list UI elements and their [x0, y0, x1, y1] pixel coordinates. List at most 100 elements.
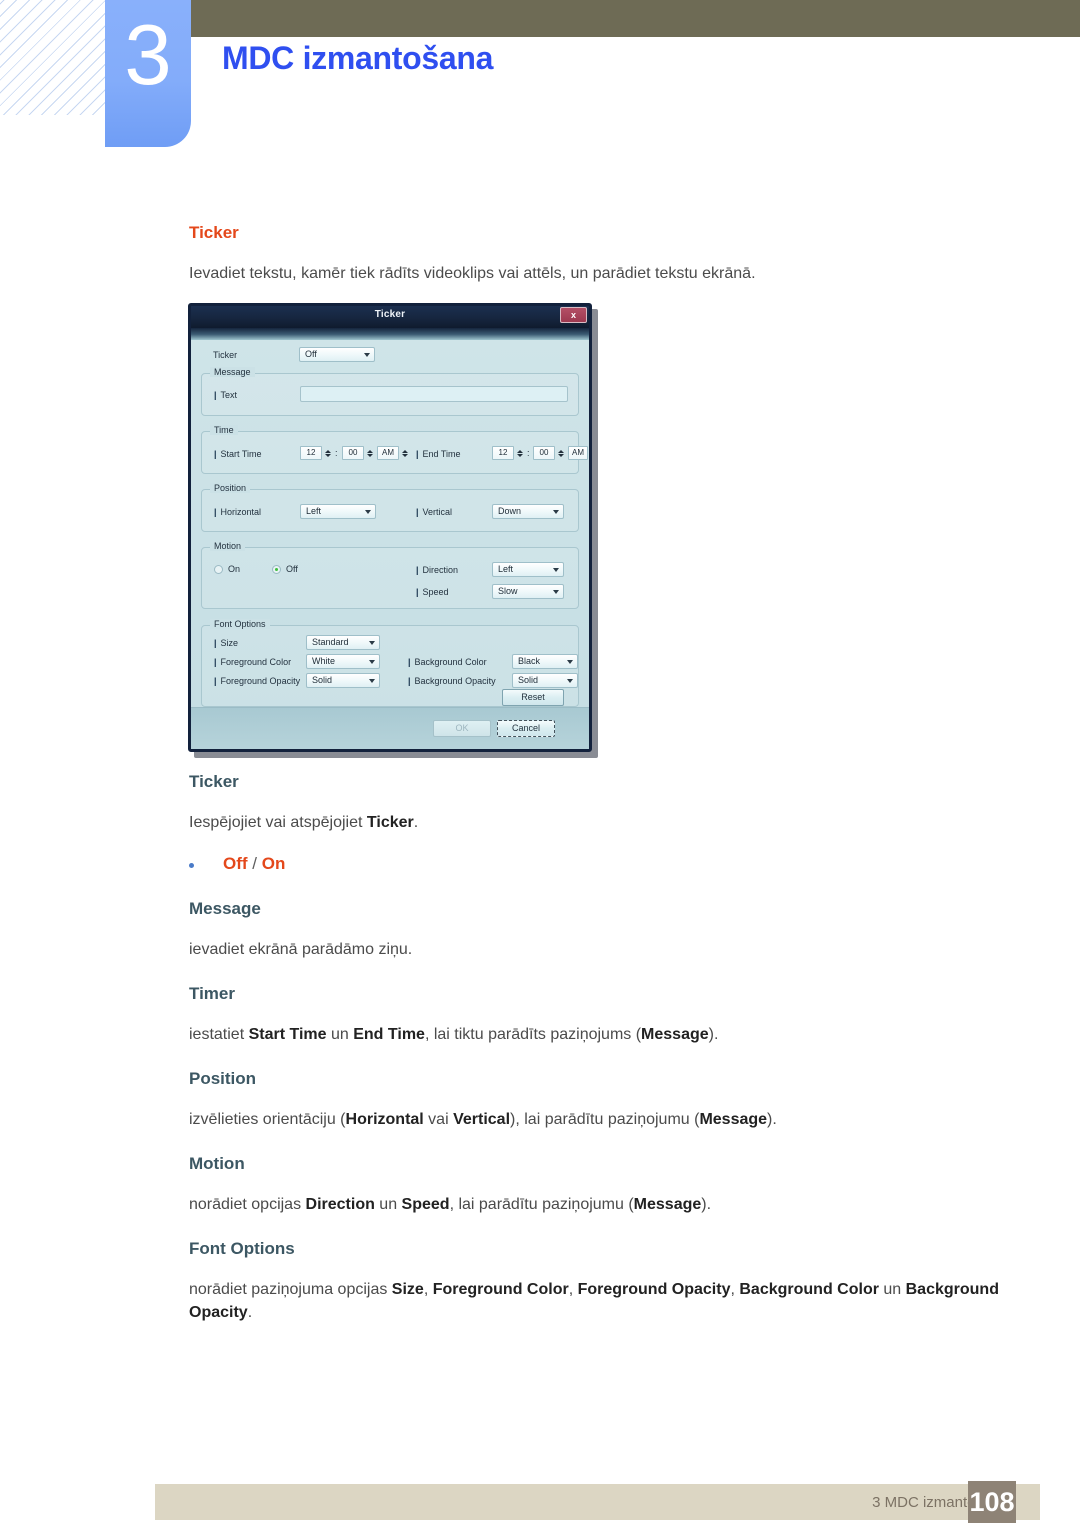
message-text-label: Text [214, 390, 238, 400]
start-hour-input[interactable]: 12 [300, 446, 322, 460]
text-emphasis: Speed [401, 1196, 450, 1213]
horizontal-select-value: Left [306, 506, 322, 516]
text-emphasis: Start Time [248, 1026, 327, 1043]
dialog-title-text: Ticker [374, 309, 406, 320]
size-label: Size [214, 638, 239, 648]
text-fragment: izvēlieties orientāciju ( [189, 1111, 346, 1128]
text-emphasis: Message [633, 1196, 702, 1213]
text-fragment: vai [423, 1111, 454, 1128]
start-minute-stepper[interactable] [365, 446, 374, 460]
end-hour-input[interactable]: 12 [492, 446, 514, 460]
heading-message: Message [189, 899, 261, 918]
bullet-value-on: On [261, 854, 286, 873]
chapter-title: MDC izmantošana [222, 40, 494, 76]
chevron-down-icon [369, 660, 375, 664]
text-fragment: un [374, 1196, 402, 1213]
size-select[interactable]: Standard [306, 635, 380, 650]
font-options-group: Font Options Size Standard Foreground Co… [201, 619, 579, 707]
text-fragment: norādiet paziņojuma opcijas [189, 1281, 392, 1298]
reset-button[interactable]: Reset [502, 689, 564, 706]
vertical-select-value: Down [498, 506, 522, 516]
text-fragment: , lai parādītu paziņojumu ( [449, 1196, 634, 1213]
paragraph-message: ievadiet ekrānā parādāmo ziņu. [189, 941, 413, 958]
background-color-select-value: Black [518, 656, 541, 666]
document-page: 3 MDC izmantošana Ticker Ievadiet tekstu… [0, 0, 1080, 1527]
motion-on-label: On [228, 564, 241, 574]
chevron-down-icon [567, 660, 573, 664]
dialog-title-bar: Ticker x [191, 306, 589, 328]
text-emphasis: Foreground Color [432, 1281, 569, 1298]
cancel-button[interactable]: Cancel [497, 720, 555, 737]
chapter-banner-bar [190, 0, 1080, 37]
end-minute-input[interactable]: 00 [533, 446, 555, 460]
heading-timer: Timer [189, 984, 235, 1003]
motion-on-radio[interactable] [214, 565, 223, 574]
background-opacity-select[interactable]: Solid [512, 673, 578, 688]
decorative-hatch-pattern [0, 0, 106, 115]
chevron-down-icon [553, 590, 559, 594]
start-minute-input[interactable]: 00 [342, 446, 364, 460]
horizontal-select[interactable]: Left [300, 504, 376, 519]
end-meridiem-input[interactable]: AM [568, 446, 588, 460]
text-fragment: ), lai parādītu paziņojumu ( [510, 1111, 700, 1128]
bullet-dot-icon [189, 863, 194, 868]
paragraph-position: izvēlieties orientāciju (Horizontal vai … [189, 1108, 777, 1131]
start-meridiem-input[interactable]: AM [377, 446, 399, 460]
ok-button[interactable]: OK [433, 720, 491, 737]
foreground-opacity-select[interactable]: Solid [306, 673, 380, 688]
start-hour-stepper[interactable] [323, 446, 332, 460]
end-time-label: End Time [416, 449, 461, 459]
text-fragment: , [423, 1281, 433, 1298]
font-options-group-caption: Font Options [210, 619, 270, 629]
text-fragment: , lai tiktu parādīts paziņojums ( [424, 1026, 642, 1043]
foreground-color-label: Foreground Color [214, 657, 292, 667]
chapter-number: 3 [124, 8, 172, 103]
start-meridiem-stepper[interactable] [400, 446, 409, 460]
text-fragment: un [326, 1026, 354, 1043]
chevron-down-icon [567, 679, 573, 683]
text-emphasis: Direction [305, 1196, 375, 1213]
end-meridiem-stepper[interactable] [588, 446, 589, 460]
end-time-colon: : [527, 448, 530, 458]
ticker-select[interactable]: Off [299, 347, 375, 362]
text-fragment: Iespējojiet vai atspējojiet [189, 814, 367, 831]
close-icon[interactable]: x [560, 307, 587, 323]
start-time-colon: : [335, 448, 338, 458]
ticker-field-label: Ticker [213, 350, 238, 360]
page-number: 108 [968, 1481, 1016, 1523]
horizontal-label: Horizontal [214, 507, 262, 517]
text-fragment: ). [701, 1196, 712, 1213]
position-group-caption: Position [210, 483, 251, 493]
direction-select[interactable]: Left [492, 562, 564, 577]
background-opacity-label: Background Opacity [408, 676, 496, 686]
text-emphasis: Message [641, 1026, 709, 1043]
text-emphasis: Size [391, 1281, 424, 1298]
text-emphasis: Horizontal [345, 1111, 424, 1128]
text-fragment: , [568, 1281, 578, 1298]
foreground-color-select[interactable]: White [306, 654, 380, 669]
text-fragment: un [878, 1281, 906, 1298]
vertical-select[interactable]: Down [492, 504, 564, 519]
text-emphasis: End Time [353, 1026, 425, 1043]
background-color-select[interactable]: Black [512, 654, 578, 669]
position-group: Position Horizontal Left Vertical Down [201, 483, 579, 532]
message-group: Message Text [201, 367, 579, 416]
foreground-opacity-label: Foreground Opacity [214, 676, 301, 686]
motion-off-radio[interactable] [272, 565, 281, 574]
text-fragment: ). [708, 1026, 719, 1043]
motion-off-label: Off [286, 564, 298, 574]
end-minute-stepper[interactable] [556, 446, 565, 460]
time-group-caption: Time [210, 425, 238, 435]
speed-label: Speed [416, 587, 449, 597]
message-text-input[interactable] [300, 386, 568, 402]
text-emphasis: Foreground Opacity [577, 1281, 731, 1298]
speed-select[interactable]: Slow [492, 584, 564, 599]
dialog-body: Ticker Off Message Text Time Start Time … [191, 340, 589, 713]
end-hour-stepper[interactable] [515, 446, 524, 460]
paragraph-font-options: norādiet paziņojuma opcijas Size, Foregr… [189, 1278, 1009, 1324]
bullet-separator: / [247, 854, 262, 873]
text-emphasis: Message [699, 1111, 768, 1128]
background-color-label: Background Color [408, 657, 487, 667]
speed-select-value: Slow [498, 586, 518, 596]
dialog-footer: OK Cancel [191, 707, 589, 749]
